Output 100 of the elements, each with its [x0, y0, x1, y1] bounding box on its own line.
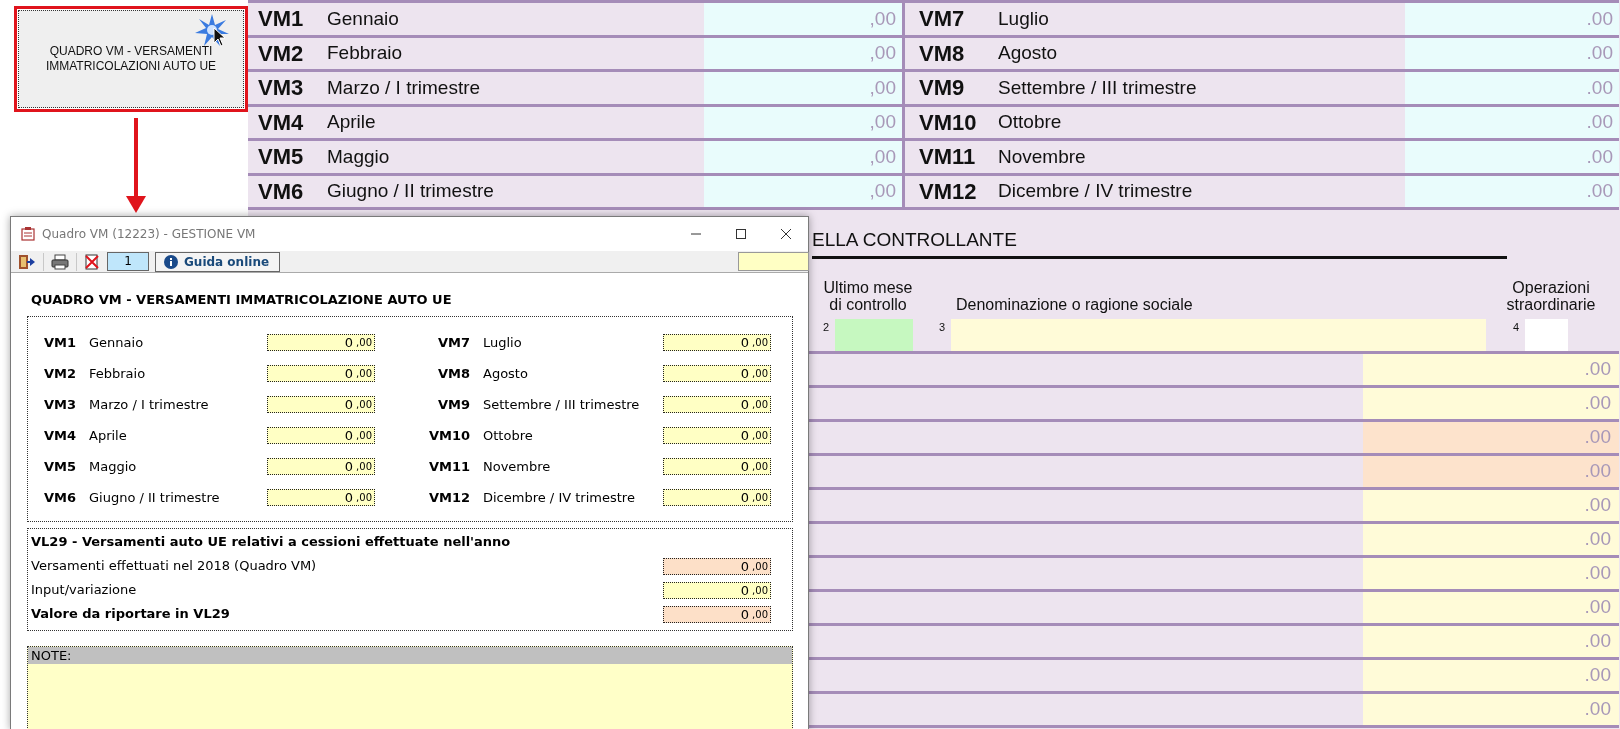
- field-number: 3: [939, 320, 946, 335]
- row-code: VM6: [257, 177, 305, 206]
- row-code: VM2: [257, 39, 305, 68]
- row-label: Agosto: [482, 364, 529, 383]
- row-code: VM11: [918, 143, 977, 172]
- help-button[interactable]: Guida online: [155, 251, 281, 272]
- input-field[interactable]: [835, 319, 913, 351]
- section-title: QUADRO VM - VERSAMENTI IMMATRICOLAZIONE AUTO UE: [31, 291, 453, 308]
- amount-field[interactable]: ,00: [704, 141, 902, 173]
- row-code: VM7: [436, 333, 470, 352]
- input-field[interactable]: [1525, 319, 1569, 351]
- amount-field[interactable]: .00: [1363, 490, 1619, 521]
- amount-field[interactable]: .00: [1405, 141, 1619, 173]
- amount-field[interactable]: 0 ,00: [663, 605, 771, 623]
- amount-field[interactable]: 0 ,00: [267, 334, 375, 351]
- amount-field[interactable]: ,00: [704, 72, 902, 104]
- row-code: VM2: [42, 364, 76, 383]
- row-label: Ottobre: [482, 426, 534, 445]
- row-label: Novembre: [482, 457, 552, 476]
- row-code: VM12: [427, 488, 470, 507]
- note-label: NOTE:: [28, 647, 792, 664]
- amount-field[interactable]: 0 ,00: [663, 489, 771, 506]
- amount-field[interactable]: .00: [1363, 388, 1619, 419]
- amount-field[interactable]: ,00: [704, 106, 902, 138]
- amount-field[interactable]: 0 ,00: [267, 458, 375, 475]
- amount-field[interactable]: .00: [1405, 3, 1619, 35]
- exit-icon: [18, 253, 36, 270]
- row-code: VM3: [257, 74, 305, 103]
- row-label: Gennaio: [327, 6, 400, 31]
- row-label: Dicembre / IV trimestre: [998, 179, 1194, 203]
- amount-field[interactable]: 0 ,00: [663, 458, 771, 475]
- amount-field[interactable]: 0 ,00: [267, 489, 375, 506]
- column-label: Ultimo mese di controllo: [823, 279, 913, 313]
- amount-field[interactable]: 0 ,00: [663, 365, 771, 382]
- row-label: Luglio: [482, 333, 523, 352]
- input-field[interactable]: [738, 252, 809, 271]
- amount-field[interactable]: 0 ,00: [267, 396, 375, 413]
- row-label: Input/variazione: [31, 581, 138, 600]
- amount-field[interactable]: .00: [1405, 37, 1619, 69]
- row-label: Ottobre: [998, 110, 1063, 134]
- app-icon: [20, 226, 36, 242]
- amount-field[interactable]: ,00: [704, 175, 902, 207]
- row-code: VM10: [918, 108, 978, 137]
- amount-field[interactable]: ,00: [704, 3, 902, 35]
- row-label: Settembre / III trimestre: [482, 395, 641, 414]
- amount-field[interactable]: .00: [1363, 456, 1619, 487]
- amount-field[interactable]: .00: [1363, 558, 1619, 589]
- printer-icon: [51, 253, 69, 270]
- amount-field[interactable]: .00: [1363, 354, 1619, 385]
- amount-field[interactable]: .00: [1363, 422, 1619, 453]
- amount-field[interactable]: .00: [1405, 106, 1619, 138]
- amount-field[interactable]: .00: [1405, 72, 1619, 104]
- amount-field[interactable]: .00: [1363, 626, 1619, 657]
- row-label: Luglio: [998, 6, 1050, 31]
- row-label: Marzo / I trimestre: [327, 75, 482, 100]
- row-label: Giugno / II trimestre: [88, 488, 221, 507]
- row-code: VM3: [42, 395, 76, 414]
- amount-field[interactable]: 0 ,00: [267, 365, 375, 382]
- amount-field[interactable]: 0 ,00: [663, 334, 771, 351]
- row-code: VM5: [257, 143, 305, 172]
- row-label: Versamenti effettuati nel 2018 (Quadro VM): [31, 557, 318, 576]
- row-label: Marzo / I trimestre: [88, 395, 210, 414]
- row-code: VM1: [257, 5, 305, 34]
- row-label: Novembre: [998, 144, 1087, 169]
- row-code: VM5: [42, 457, 76, 476]
- delete-document-icon: [84, 253, 100, 270]
- note-area[interactable]: NOTE:: [27, 646, 793, 729]
- row-label: Febbraio: [327, 41, 403, 65]
- row-code: VM9: [436, 395, 470, 414]
- row-label: Gennaio: [88, 333, 145, 352]
- row-label: Agosto: [998, 41, 1059, 65]
- row-label: Aprile: [327, 110, 377, 134]
- amount-field[interactable]: .00: [1363, 592, 1619, 623]
- amount-field[interactable]: 0 ,00: [663, 427, 771, 444]
- field-number: 2: [823, 320, 830, 335]
- amount-field[interactable]: ,00: [704, 37, 902, 69]
- section-title: VL29 - Versamenti auto UE relativi a cessioni effettuate nell'anno: [31, 533, 512, 551]
- launch-button[interactable]: QUADRO VM - VERSAMENTI IMMATRICOLAZIONI AUTO UE: [18, 10, 244, 108]
- amount-field[interactable]: 0 ,00: [663, 396, 771, 413]
- amount-field[interactable]: 0 ,00: [663, 581, 771, 599]
- row-code: VM10: [427, 426, 470, 445]
- amount-field[interactable]: .00: [1363, 694, 1619, 725]
- cursor-icon: [213, 27, 226, 47]
- row-code: VM4: [257, 108, 305, 137]
- row-code: VM4: [42, 426, 76, 445]
- row-code: VM6: [42, 488, 76, 507]
- close-icon: [779, 228, 792, 240]
- row-code: VM7: [918, 5, 966, 34]
- row-code: VM8: [436, 364, 470, 383]
- row-label: Valore da riportare in VL29: [31, 605, 231, 624]
- row-label: Maggio: [88, 457, 138, 476]
- input-field[interactable]: [951, 319, 1487, 351]
- page-field[interactable]: 1: [107, 252, 149, 271]
- amount-field[interactable]: 0 ,00: [663, 557, 771, 575]
- amount-field[interactable]: .00: [1363, 660, 1619, 691]
- field-number: 4: [1513, 320, 1520, 335]
- amount-field[interactable]: .00: [1405, 175, 1619, 207]
- row-label: Settembre / III trimestre: [998, 75, 1198, 100]
- amount-field[interactable]: 0 ,00: [267, 427, 375, 444]
- amount-field[interactable]: .00: [1363, 524, 1619, 555]
